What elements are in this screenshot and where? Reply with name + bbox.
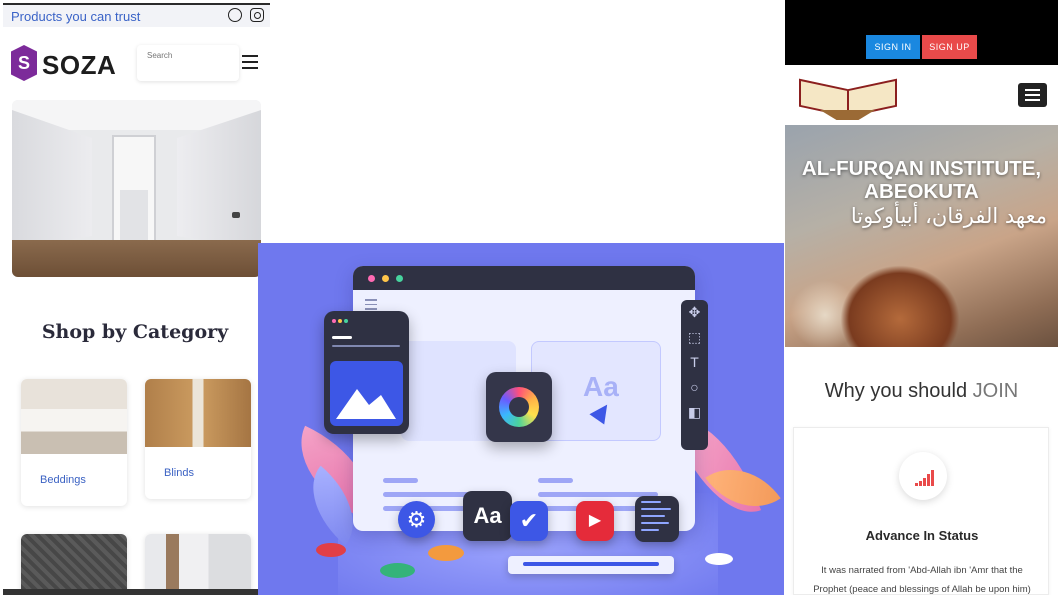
menu-toggle-button[interactable] xyxy=(1018,83,1047,107)
banner-arabic-title: معهد الفرقان، أبيأوكوتا xyxy=(850,204,1047,228)
feature-text: It was narrated from 'Abd-Allah ibn 'Amr… xyxy=(800,561,1044,595)
instagram-icon[interactable] xyxy=(250,8,264,22)
text-icon: T xyxy=(690,354,699,370)
category-image xyxy=(145,379,251,447)
top-auth-bar: SIGN IN SIGN UP xyxy=(785,0,1058,65)
tagline: Products you can trust xyxy=(11,9,141,24)
browser-titlebar xyxy=(353,266,695,290)
category-label[interactable]: Blinds xyxy=(145,447,251,479)
feature-text-line: It was narrated from 'Abd-Allah ibn 'Amr… xyxy=(821,565,1023,576)
select-icon: ⬚ xyxy=(687,329,702,345)
button-pad-icon xyxy=(380,563,415,578)
feature-title: Advance In Status xyxy=(865,528,979,543)
image-panel xyxy=(324,311,409,434)
al-furqan-mobile-site: SIGN IN SIGN UP AL-FURQAN INSTITUTE, ABE… xyxy=(785,0,1058,595)
check-icon: ✔ xyxy=(510,501,548,541)
banner-title-line: ABEOKUTA xyxy=(864,180,979,203)
window-dot-icon xyxy=(396,275,403,282)
text-sample: Aa xyxy=(583,371,619,402)
section-heading: Why you should JOIN xyxy=(785,380,1058,403)
feature-text-line: Prophet (peace and blessings of Allah be… xyxy=(813,584,1031,595)
sign-in-button[interactable]: SIGN IN xyxy=(866,35,920,59)
category-image xyxy=(145,534,251,595)
text-line xyxy=(383,478,418,483)
menu-icon[interactable] xyxy=(242,55,258,69)
screenshot-collage: Products you can trust S SOZA Shop by Ca… xyxy=(0,0,1058,595)
category-card-beddings[interactable]: Beddings xyxy=(21,379,127,506)
logo-letter: S xyxy=(18,53,31,73)
design-tools-illustration: Aa ✥ ⬚ T ○ ◧ ⚙ Aa ✔ ▶ xyxy=(258,243,784,595)
top-info-bar: Products you can trust xyxy=(3,3,270,27)
category-image xyxy=(21,379,127,454)
sign-up-button[interactable]: SIGN UP xyxy=(922,35,977,59)
window-dot-icon xyxy=(382,275,389,282)
category-label[interactable]: Beddings xyxy=(21,454,127,486)
layers-icon: ◧ xyxy=(687,404,702,420)
move-icon: ✥ xyxy=(688,304,701,320)
code-icon xyxy=(635,496,679,542)
tools-toolbar: ✥ ⬚ T ○ ◧ xyxy=(681,300,708,450)
slider-tray xyxy=(508,556,674,574)
search-box[interactable] xyxy=(137,45,239,81)
section-heading: Shop by Category xyxy=(41,321,229,343)
hero-image-closet xyxy=(12,100,261,277)
color-picker-panel xyxy=(486,372,552,442)
whatsapp-icon[interactable] xyxy=(228,8,242,22)
heading-text: Why you should xyxy=(824,380,968,402)
play-icon: ▶ xyxy=(576,501,614,541)
zoom-icon: ○ xyxy=(690,379,699,395)
soza-logo-icon[interactable]: S xyxy=(11,45,37,81)
soza-mobile-site: Products you can trust S SOZA Shop by Ca… xyxy=(0,0,270,595)
feature-card: Advance In Status It was narrated from '… xyxy=(793,427,1049,595)
heading-accent: JOIN xyxy=(972,380,1019,402)
category-card[interactable] xyxy=(21,534,127,595)
quran-book-logo-icon[interactable] xyxy=(795,78,900,122)
color-wheel-icon xyxy=(499,387,539,427)
font-icon: Aa xyxy=(463,491,512,541)
button-pad-icon xyxy=(705,553,733,565)
banner-title-line: AL-FURQAN INSTITUTE, xyxy=(801,157,1042,180)
brand-name[interactable]: SOZA xyxy=(42,50,116,81)
banner-title: AL-FURQAN INSTITUTE, ABEOKUTA xyxy=(785,157,1058,203)
category-card[interactable] xyxy=(145,534,251,595)
category-image xyxy=(21,534,127,595)
signal-bars-icon xyxy=(899,452,947,500)
hero-banner: AL-FURQAN INSTITUTE, ABEOKUTA معهد الفرق… xyxy=(785,125,1058,347)
banner-figure xyxy=(840,265,960,347)
search-input[interactable] xyxy=(147,51,237,60)
button-pad-icon xyxy=(316,543,346,557)
window-dot-icon xyxy=(368,275,375,282)
image-icon xyxy=(330,361,403,426)
bottom-bar xyxy=(3,589,258,595)
gear-icon: ⚙ xyxy=(398,501,435,538)
category-card-blinds[interactable]: Blinds xyxy=(145,379,251,499)
text-line xyxy=(538,478,573,483)
button-pad-icon xyxy=(428,545,464,561)
